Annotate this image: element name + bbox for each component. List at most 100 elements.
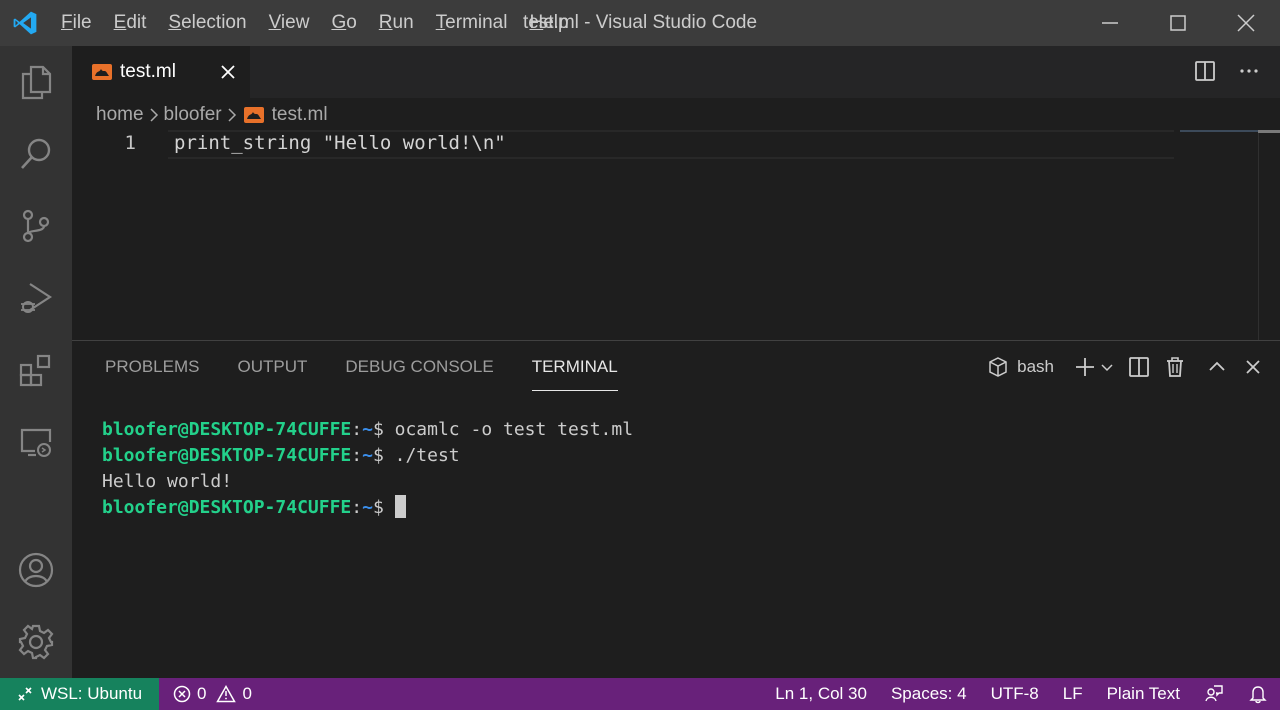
menu-go[interactable]: Go <box>320 0 367 46</box>
editor-scrollbar[interactable] <box>1258 130 1280 340</box>
run-debug-icon <box>21 283 53 313</box>
panel-actions: bash <box>987 353 1268 381</box>
settings-gear-icon <box>18 624 54 660</box>
remote-explorer-button[interactable] <box>0 406 72 478</box>
vscode-logo-icon <box>0 0 50 46</box>
terminal-cursor <box>394 495 406 518</box>
chevron-right-icon <box>148 108 160 122</box>
terminal-output[interactable]: bloofer@DESKTOP-74CUFFE:~$ ocamlc -o tes… <box>102 417 633 521</box>
breadcrumb-file[interactable]: test.ml <box>272 104 328 126</box>
breadcrumb-bloofer[interactable]: bloofer <box>164 104 222 126</box>
prompt-path: ~ <box>362 419 373 440</box>
kill-terminal-button[interactable] <box>1160 353 1190 381</box>
panel-tabs: PROBLEMS OUTPUT DEBUG CONSOLE TERMINAL <box>86 341 637 393</box>
remote-icon <box>18 687 32 701</box>
prompt-path: ~ <box>362 497 373 518</box>
bell-icon <box>1249 686 1267 704</box>
tab-debug-console[interactable]: DEBUG CONSOLE <box>326 341 512 393</box>
close-window-button[interactable] <box>1212 0 1280 46</box>
terminal-line: bloofer@DESKTOP-74CUFFE:~$ ocamlc -o tes… <box>102 419 634 440</box>
status-right: Ln 1, Col 30 Spaces: 4 UTF-8 LF Plain Te… <box>763 678 1280 710</box>
trash-icon <box>1167 357 1183 377</box>
window-controls <box>1076 0 1280 46</box>
search-button[interactable] <box>0 118 72 190</box>
explorer-icon <box>21 65 52 100</box>
language-mode[interactable]: Plain Text <box>1095 678 1192 710</box>
terminal-program-output: Hello world! <box>102 471 233 492</box>
close-icon <box>1246 360 1260 374</box>
error-count: 0 <box>197 684 207 703</box>
new-terminal-button[interactable] <box>1074 353 1118 381</box>
scrollbar-thumb[interactable] <box>1258 130 1280 133</box>
cursor-position[interactable]: Ln 1, Col 30 <box>763 678 879 710</box>
menu-terminal[interactable]: Terminal <box>425 0 519 46</box>
feedback-button[interactable] <box>1192 678 1236 710</box>
prompt-user-host: bloofer@DESKTOP-74CUFFE <box>102 497 352 518</box>
prompt-user-host: bloofer@DESKTOP-74CUFFE <box>102 445 352 466</box>
split-editor-icon <box>1195 61 1215 81</box>
chevron-right-icon <box>226 108 238 122</box>
maximize-panel-button[interactable] <box>1202 353 1232 381</box>
breadcrumb-home[interactable]: home <box>96 104 144 126</box>
notifications-button[interactable] <box>1236 678 1280 710</box>
tab-problems[interactable]: PROBLEMS <box>86 341 218 393</box>
explorer-button[interactable] <box>0 46 72 118</box>
menu-view[interactable]: View <box>258 0 321 46</box>
extensions-icon <box>19 354 51 387</box>
terminal-line: bloofer@DESKTOP-74CUFFE:~$ <box>102 495 633 521</box>
menu-help[interactable]: Help <box>518 0 579 46</box>
tab-output[interactable]: OUTPUT <box>218 341 326 393</box>
tab-terminal[interactable]: TERMINAL <box>513 341 637 393</box>
menu-run[interactable]: Run <box>368 0 425 46</box>
menu-file[interactable]: File <box>50 0 103 46</box>
warning-count: 0 <box>242 684 252 703</box>
manage-settings-button[interactable] <box>0 606 72 678</box>
code-editor[interactable]: 1 print_string "Hello world!\n" <box>72 130 1280 340</box>
run-debug-button[interactable] <box>0 262 72 334</box>
minimap[interactable] <box>1180 130 1258 132</box>
prompt-user-host: bloofer@DESKTOP-74CUFFE <box>102 419 352 440</box>
breadcrumb: home bloofer test.ml <box>96 100 328 130</box>
prompt-path: ~ <box>362 445 373 466</box>
menu-edit[interactable]: Edit <box>103 0 158 46</box>
maximize-button[interactable] <box>1144 0 1212 46</box>
split-terminal-icon <box>1129 357 1149 377</box>
close-panel-button[interactable] <box>1238 353 1268 381</box>
maximize-icon <box>1170 15 1186 31</box>
more-actions-button[interactable] <box>1236 58 1262 84</box>
menu-selection[interactable]: Selection <box>157 0 257 46</box>
minimize-button[interactable] <box>1076 0 1144 46</box>
indentation[interactable]: Spaces: 4 <box>879 678 979 710</box>
split-editor-button[interactable] <box>1192 58 1218 84</box>
editor-tab-test-ml[interactable]: test.ml <box>72 46 250 98</box>
close-tab-button[interactable] <box>216 60 240 84</box>
title-bar: File Edit Selection View Go Run Terminal… <box>0 0 1280 46</box>
status-bar: WSL: Ubuntu 0 0 Ln 1, Col 30 Spaces: 4 U… <box>0 678 1280 710</box>
tab-label: test.ml <box>120 61 176 82</box>
split-terminal-button[interactable] <box>1124 353 1154 381</box>
encoding[interactable]: UTF-8 <box>979 678 1051 710</box>
accounts-button[interactable] <box>0 534 72 606</box>
problems-indicator[interactable]: 0 0 <box>173 684 252 704</box>
editor-actions <box>1192 58 1262 84</box>
chevron-up-icon <box>1209 361 1225 371</box>
feedback-icon <box>1205 685 1223 702</box>
remote-indicator[interactable]: WSL: Ubuntu <box>0 678 159 710</box>
terminal-command: ./test <box>394 445 460 466</box>
more-actions-icon <box>1240 69 1258 73</box>
line-number: 1 <box>124 132 136 154</box>
terminal-profile-icon <box>989 357 1007 377</box>
ocaml-file-icon <box>243 107 264 123</box>
accounts-icon <box>18 552 54 588</box>
editor-tab-strip: test.ml <box>72 46 1280 98</box>
search-icon <box>21 138 51 169</box>
terminal-command: ocamlc -o test test.ml <box>394 419 634 440</box>
code-line[interactable]: print_string "Hello world!\n" <box>174 132 506 154</box>
extensions-button[interactable] <box>0 334 72 406</box>
bottom-panel: PROBLEMS OUTPUT DEBUG CONSOLE TERMINAL b… <box>72 340 1280 678</box>
end-of-line[interactable]: LF <box>1051 678 1095 710</box>
error-icon <box>173 685 191 703</box>
terminal-shell-selector[interactable]: bash <box>987 356 1054 378</box>
minimize-icon <box>1102 22 1118 24</box>
source-control-button[interactable] <box>0 190 72 262</box>
